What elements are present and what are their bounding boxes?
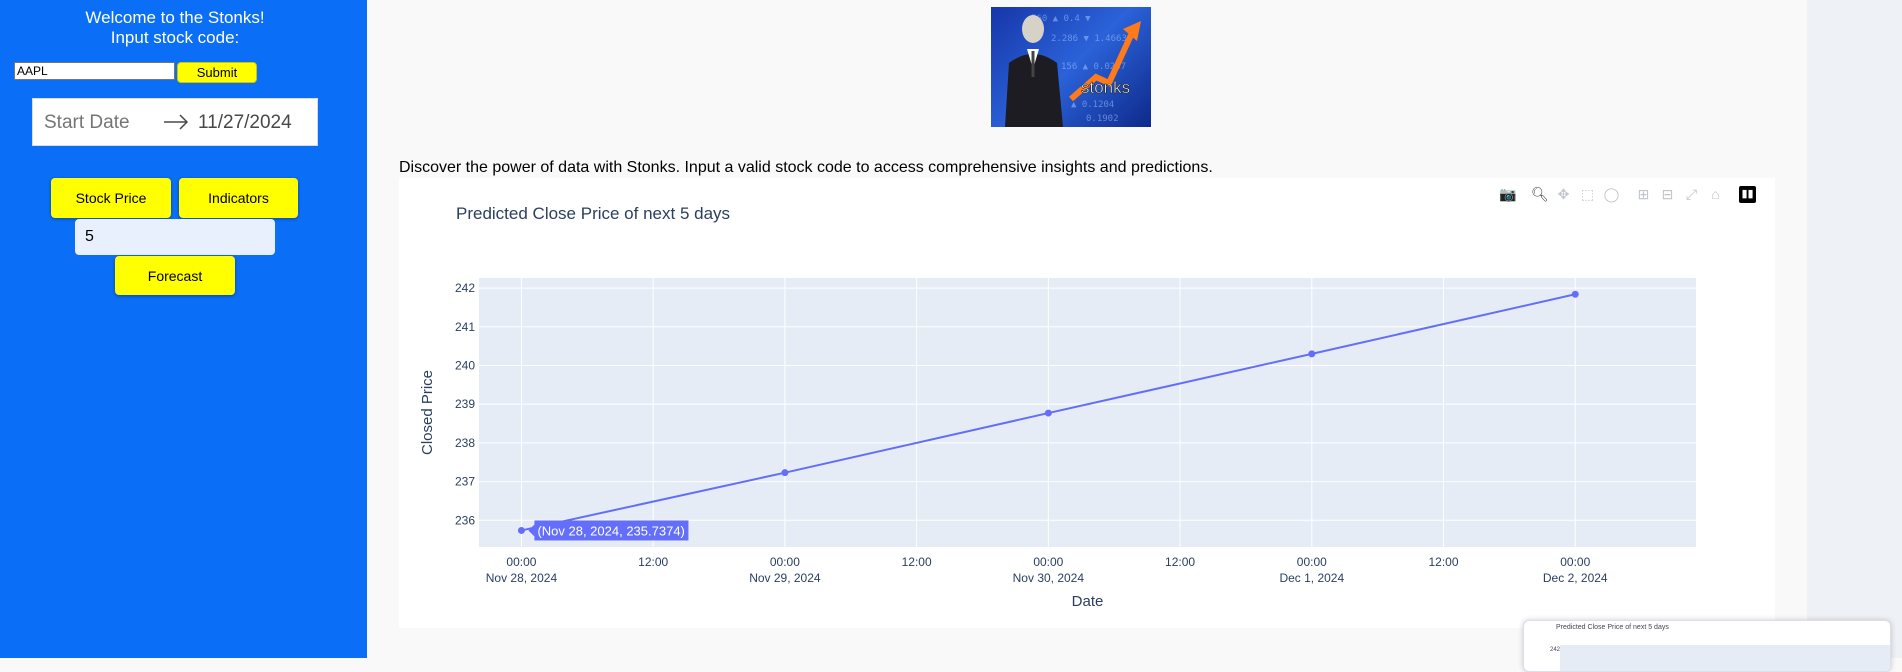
y-tick-label: 241 bbox=[455, 320, 475, 334]
data-point bbox=[1308, 350, 1316, 358]
x-tick-date-label: Nov 29, 2024 bbox=[749, 571, 821, 585]
stock-price-button[interactable]: Stock Price bbox=[51, 178, 171, 218]
y-tick-label: 237 bbox=[455, 475, 475, 489]
x-tick-label: 12:00 bbox=[1165, 555, 1195, 569]
logo-text: stonks bbox=[1081, 78, 1130, 97]
y-tick-label: 242 bbox=[455, 281, 475, 295]
page-description: Discover the power of data with Stonks. … bbox=[399, 159, 1213, 176]
thumbnail-title: Predicted Close Price of next 5 days bbox=[1556, 624, 1669, 631]
submit-button[interactable]: Submit bbox=[177, 62, 257, 83]
y-tick-label: 240 bbox=[455, 358, 475, 372]
stock-code-label: Input stock code: bbox=[110, 28, 240, 47]
forecast-button[interactable]: Forecast bbox=[115, 256, 235, 295]
arrow-right-icon bbox=[164, 114, 189, 130]
forecast-chart: 📷 🔍︎ ✥ ⬚ ◯ ⊞ ⊟ ⤢ ⌂ ▮▮ Predicted Close Pr… bbox=[399, 178, 1775, 628]
x-tick-label: 00:00 bbox=[1033, 555, 1063, 569]
chart-title: Predicted Close Price of next 5 days bbox=[456, 204, 730, 223]
data-point bbox=[1044, 409, 1052, 417]
hover-label: (Nov 28, 2024, 235.7374) bbox=[537, 523, 684, 538]
data-point bbox=[781, 469, 789, 477]
y-tick-label: 238 bbox=[455, 436, 475, 450]
chart-thumbnail-preview[interactable]: Predicted Close Price of next 5 days 242 bbox=[1523, 620, 1891, 672]
y-tick-label: 236 bbox=[455, 513, 475, 527]
plot-area bbox=[479, 278, 1696, 547]
x-tick-label: 12:00 bbox=[902, 555, 932, 569]
indicators-button[interactable]: Indicators bbox=[179, 178, 298, 218]
start-date-input[interactable]: Start Date bbox=[44, 112, 130, 134]
stonks-meme-image: 560 ▲ 0.4 ▼ 2.286 ▼ 1.4663 156 ▲ 0.0287 … bbox=[1005, 14, 1141, 127]
svg-text:2.286 ▼ 1.4663: 2.286 ▼ 1.4663 bbox=[1051, 34, 1127, 44]
page-right-margin bbox=[1807, 0, 1902, 658]
x-tick-date-label: Dec 1, 2024 bbox=[1279, 571, 1344, 585]
x-tick-label: 00:00 bbox=[1297, 555, 1327, 569]
x-tick-date-label: Nov 28, 2024 bbox=[486, 571, 558, 585]
svg-text:0.1902: 0.1902 bbox=[1086, 114, 1119, 124]
y-axis-label: Closed Price bbox=[419, 370, 436, 455]
date-range-picker[interactable]: Start Date 11/27/2024 bbox=[32, 98, 318, 146]
x-tick-label: 12:00 bbox=[1429, 555, 1459, 569]
sidebar: Welcome to the Stonks! Input stock code:… bbox=[0, 0, 367, 658]
x-tick-date-label: Nov 30, 2024 bbox=[1013, 571, 1085, 585]
thumbnail-plot-area bbox=[1560, 645, 1890, 671]
stock-code-input[interactable] bbox=[14, 62, 175, 80]
x-tick-label: 00:00 bbox=[1560, 555, 1590, 569]
x-axis-label: Date bbox=[1072, 593, 1104, 610]
end-date-input[interactable]: 11/27/2024 bbox=[198, 112, 292, 134]
x-tick-label: 12:00 bbox=[638, 555, 668, 569]
welcome-text: Welcome to the Stonks! Input stock code: bbox=[0, 8, 350, 48]
thumbnail-tick: 242 bbox=[1550, 647, 1561, 653]
y-tick-label: 239 bbox=[455, 397, 475, 411]
forecast-days-input[interactable] bbox=[75, 219, 275, 255]
svg-text:▲ 0.1204: ▲ 0.1204 bbox=[1071, 100, 1114, 110]
data-point bbox=[517, 526, 525, 534]
x-tick-date-label: Dec 2, 2024 bbox=[1543, 571, 1608, 585]
data-point bbox=[1571, 290, 1579, 298]
x-tick-label: 00:00 bbox=[506, 555, 536, 569]
x-tick-label: 00:00 bbox=[770, 555, 800, 569]
chart-svg[interactable]: Predicted Close Price of next 5 days 00:0… bbox=[399, 178, 1775, 628]
welcome-title: Welcome to the Stonks! bbox=[85, 8, 265, 27]
stonks-logo: 560 ▲ 0.4 ▼ 2.286 ▼ 1.4663 156 ▲ 0.0287 … bbox=[991, 7, 1151, 127]
